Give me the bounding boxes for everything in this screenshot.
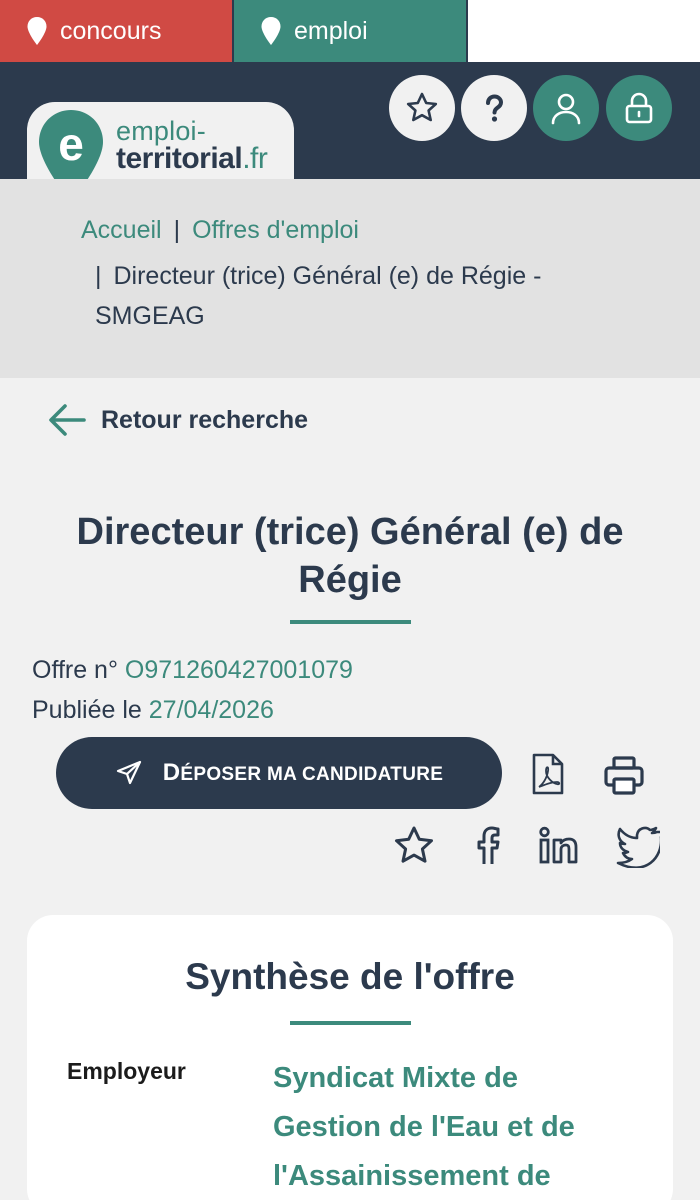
summary-title-underline xyxy=(290,1021,411,1025)
star-icon xyxy=(406,92,438,122)
send-icon xyxy=(116,760,141,785)
breadcrumb-home-link[interactable]: Accueil xyxy=(81,216,162,244)
login-button[interactable] xyxy=(606,75,672,141)
breadcrumb-separator: | xyxy=(173,216,181,244)
offer-number-label: Offre n° xyxy=(32,656,118,684)
breadcrumb-offers-link[interactable]: Offres d'emploi xyxy=(192,216,359,244)
employer-label: Employeur xyxy=(67,1058,186,1084)
breadcrumb-current-label: Directeur (trice) Général (e) de Régie -… xyxy=(95,262,542,330)
account-button[interactable] xyxy=(533,75,599,141)
offer-title: Directeur (trice) Général (e) de Régie xyxy=(76,511,624,601)
logo-text-main: territorial xyxy=(116,142,243,175)
user-icon xyxy=(551,93,581,125)
tab-concours-label: concours xyxy=(60,16,162,45)
download-pdf-button[interactable] xyxy=(524,750,572,798)
help-button[interactable] xyxy=(461,75,527,141)
location-pin-icon xyxy=(261,17,281,45)
back-to-search-link[interactable]: Retour recherche xyxy=(47,400,308,440)
favorites-button[interactable] xyxy=(389,75,455,141)
apply-button-label: Déposer ma candidature xyxy=(162,759,444,786)
apply-button[interactable]: Déposer ma candidature xyxy=(56,737,502,809)
logo-letter: e xyxy=(58,118,84,170)
offer-published-date: 27/04/2026 xyxy=(148,696,274,724)
tab-emploi[interactable]: emploi xyxy=(234,0,466,62)
breadcrumb-current: | Directeur (trice) Général (e) de Régie … xyxy=(95,256,615,336)
offer-summary-title: Synthèse de l'offre xyxy=(185,956,515,997)
lock-icon xyxy=(625,92,653,124)
location-pin-icon xyxy=(27,17,47,45)
offer-number-value: O971260427001079 xyxy=(124,656,353,684)
linkedin-icon xyxy=(539,826,578,864)
breadcrumb-separator: | xyxy=(95,262,102,290)
logo-text-suffix: .fr xyxy=(242,142,268,175)
top-tabs-spacer xyxy=(468,0,700,62)
offer-published: Publiée le 27/04/2026 xyxy=(32,696,274,725)
question-icon xyxy=(486,94,504,122)
share-twitter-button[interactable] xyxy=(614,822,662,870)
twitter-icon xyxy=(616,826,660,868)
breadcrumb-line: Accueil | Offres d'emploi xyxy=(81,216,359,245)
save-favorite-button[interactable] xyxy=(390,822,438,870)
facebook-icon xyxy=(477,826,500,864)
back-to-search-label: Retour recherche xyxy=(101,405,309,434)
offer-number: Offre n° O971260427001079 xyxy=(32,656,353,685)
tab-concours[interactable]: concours xyxy=(0,0,232,62)
title-underline xyxy=(290,620,411,624)
favorite-star-icon xyxy=(395,826,433,863)
share-facebook-button[interactable] xyxy=(464,822,512,870)
arrow-left-icon xyxy=(49,404,86,436)
tab-emploi-label: emploi xyxy=(294,16,368,45)
employer-value[interactable]: Syndicat Mixte de Gestion de l'Eau et de… xyxy=(273,1054,633,1200)
pdf-icon xyxy=(532,753,564,795)
print-button[interactable] xyxy=(600,752,648,800)
print-icon xyxy=(604,756,644,795)
offer-published-label: Publiée le xyxy=(32,696,142,724)
apply-button-text: époser ma candidature xyxy=(180,764,444,785)
logo-text-line2: territorial.fr xyxy=(116,142,268,176)
share-linkedin-button[interactable] xyxy=(534,822,582,870)
